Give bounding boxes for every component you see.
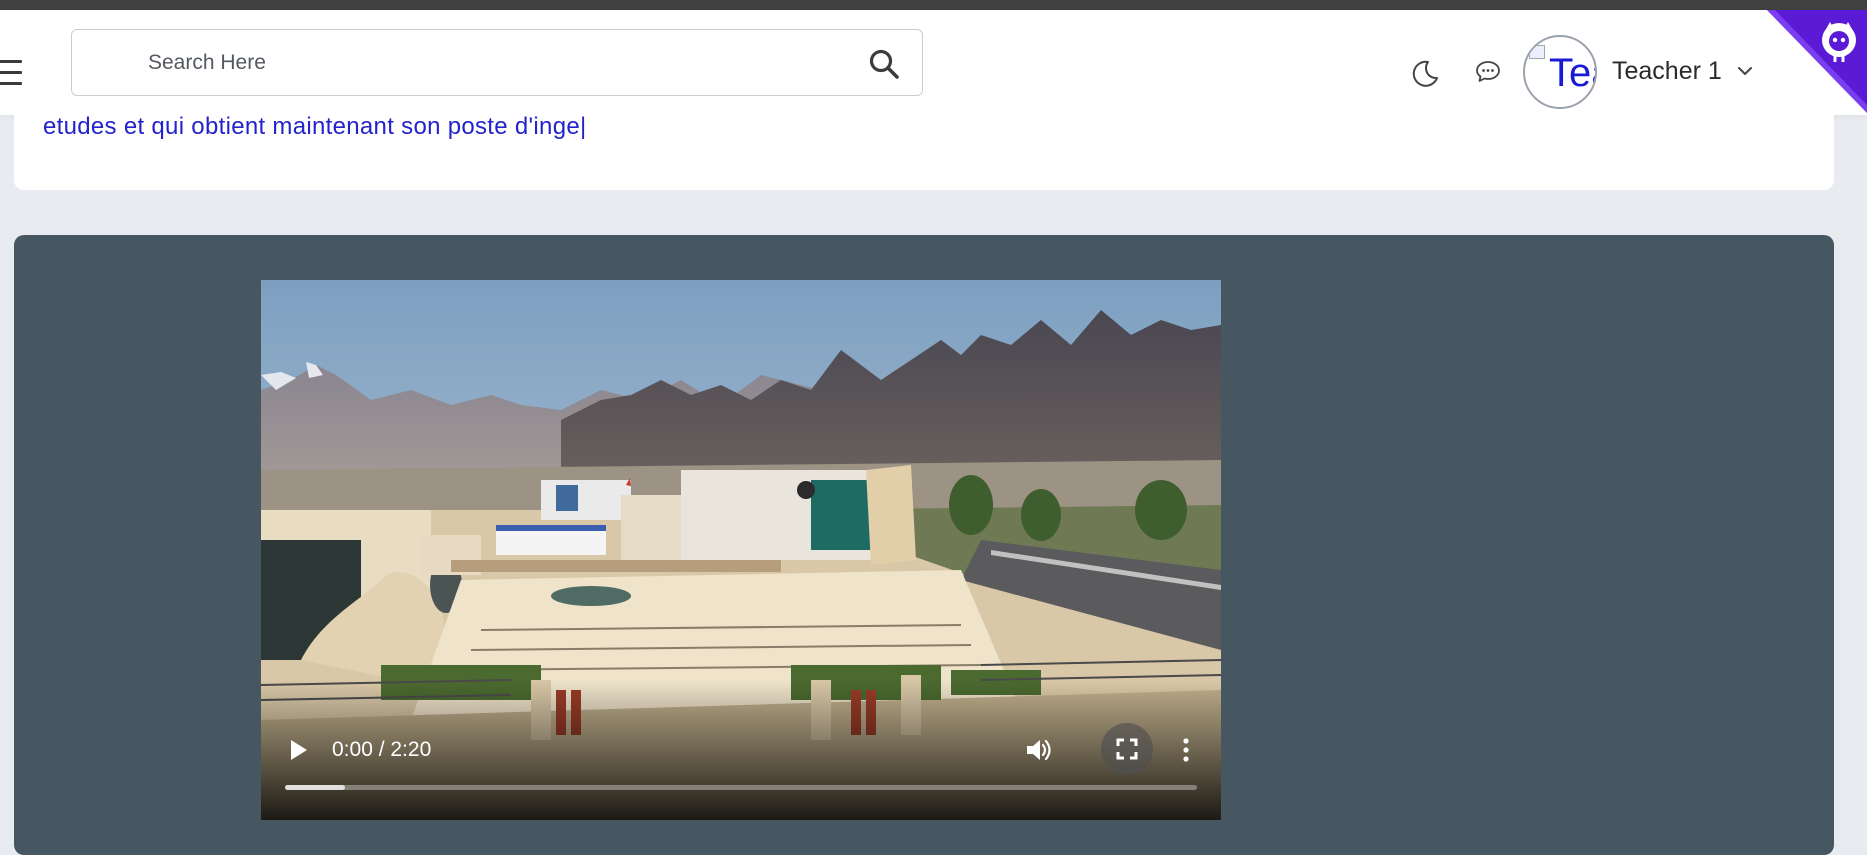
progress-bar[interactable] (285, 785, 1197, 790)
text-card: etudes et qui obtient maintenant son pos… (14, 115, 1834, 190)
search-bar (71, 29, 923, 96)
play-icon[interactable] (289, 738, 309, 762)
fullscreen-icon (1116, 738, 1138, 760)
moon-icon[interactable] (1410, 58, 1440, 88)
volume-icon[interactable] (1023, 735, 1053, 765)
video-card: 0:00 / 2:20 (14, 235, 1834, 855)
video-player[interactable]: 0:00 / 2:20 (261, 280, 1221, 820)
menu-icon[interactable] (0, 60, 24, 86)
content-text: etudes et qui obtient maintenant son pos… (43, 113, 587, 140)
search-icon[interactable] (868, 48, 900, 80)
broken-image-icon (1529, 45, 1545, 59)
avatar-alt-text: Teacher 1 (1549, 51, 1595, 95)
progress-buffered (285, 785, 346, 790)
top-header: Teacher 1 Teacher 1 (0, 10, 1867, 115)
fullscreen-button[interactable] (1101, 723, 1153, 775)
chat-icon[interactable] (1475, 59, 1501, 85)
more-options-icon[interactable] (1181, 735, 1191, 765)
avatar[interactable]: Teacher 1 (1523, 35, 1597, 109)
user-name[interactable]: Teacher 1 (1612, 59, 1722, 84)
github-icon[interactable] (1767, 10, 1867, 113)
chevron-down-icon[interactable] (1736, 64, 1754, 78)
browser-top-strip (0, 0, 1867, 10)
time-display: 0:00 / 2:20 (332, 738, 432, 761)
search-input[interactable] (146, 42, 830, 84)
